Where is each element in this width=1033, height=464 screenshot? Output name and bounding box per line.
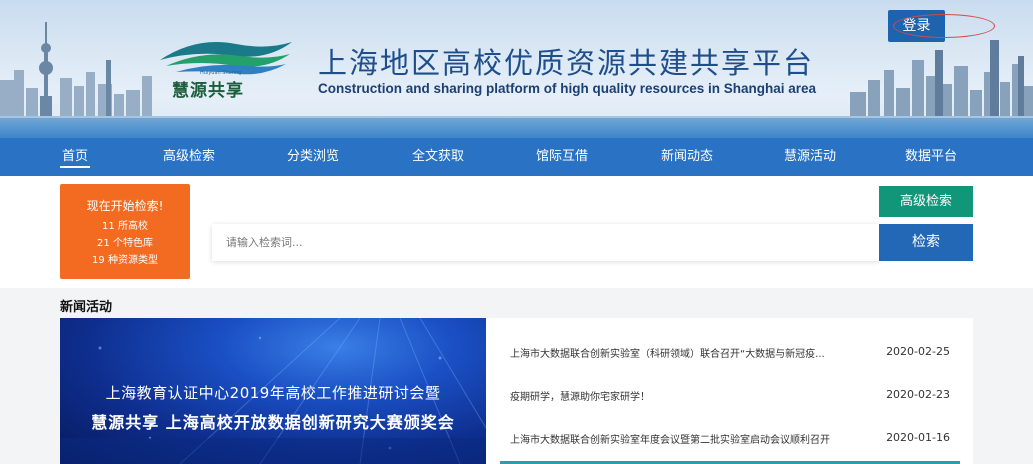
news-item-title[interactable]: 上海市大数据联合创新实验室年度会议暨第二批实验室启动会议顺利召开 — [510, 431, 860, 446]
site-title: 上海地区高校优质资源共建共享平台 — [318, 46, 815, 80]
promo-resource-types: 19 种资源类型 — [92, 255, 158, 266]
nav-item-advanced-search[interactable]: 高级检索 — [160, 138, 218, 176]
nav-item-interlibrary-loan[interactable]: 馆际互借 — [533, 138, 591, 176]
news-heading: 新闻活动 — [60, 300, 113, 315]
nav-item-data-platform[interactable]: 数据平台 — [902, 138, 960, 176]
main-nav: 首页 高级检索 分类浏览 全文获取 馆际互借 新闻动态 慧源活动 数据平台 — [0, 138, 1033, 176]
news-item-date: 2020-02-23 — [886, 388, 950, 401]
news-item-date: 2020-01-16 — [886, 431, 950, 444]
header-banner: Huiyuan Sharing 慧源共享 上海地区高校优质资源共建共享平台 Co… — [0, 0, 1033, 138]
promo-databases: 21 个特色库 — [97, 238, 153, 249]
news-item[interactable]: 上海市大数据联合创新实验室年度会议暨第二批实验室启动会议顺利召开 2020-01… — [510, 431, 950, 451]
search-section: 现在开始检索! 11 所高校 21 个特色库 19 种资源类型 高级检索 检索 — [0, 176, 1033, 288]
login-button[interactable]: 登录 — [888, 10, 945, 42]
news-item[interactable]: 疫期研学，慧源助你宅家研学！ 2020-02-23 — [510, 388, 950, 408]
nav-item-news[interactable]: 新闻动态 — [658, 138, 716, 176]
river-water — [0, 118, 1033, 138]
search-input[interactable] — [212, 224, 879, 261]
image-caption-line1: 上海教育认证中心2019年高校工作推进研讨会暨 — [105, 384, 441, 402]
search-promo-box: 现在开始检索! 11 所高校 21 个特色库 19 种资源类型 — [60, 184, 190, 279]
news-section: 新闻活动 上海教育认证中心2019年高校工作推进研讨会暨 慧源共享 上海高校开放… — [0, 288, 1033, 464]
news-item-date: 2020-02-25 — [886, 345, 950, 358]
image-caption-line2: 慧源共享 上海高校开放数据创新研究大赛颁奖会 — [91, 413, 455, 432]
nav-item-activities[interactable]: 慧源活动 — [781, 138, 839, 176]
news-item-title[interactable]: 疫期研学，慧源助你宅家研学！ — [510, 388, 860, 403]
promo-universities: 11 所高校 — [102, 221, 148, 232]
nav-item-home[interactable]: 首页 — [58, 138, 92, 176]
logo-brand-name: 慧源共享 — [172, 81, 244, 101]
site-subtitle: Construction and sharing platform of hig… — [318, 81, 817, 96]
nav-item-fulltext[interactable]: 全文获取 — [409, 138, 467, 176]
search-button[interactable]: 检索 — [879, 224, 973, 261]
news-feature-image[interactable]: 上海教育认证中心2019年高校工作推进研讨会暨 慧源共享 上海高校开放数据创新研… — [60, 318, 486, 464]
news-item[interactable]: 上海市大数据联合创新实验室（科研领域）联合召开“大数据与新冠疫... 2020-… — [510, 345, 950, 365]
nav-item-browse[interactable]: 分类浏览 — [284, 138, 342, 176]
news-item-title[interactable]: 上海市大数据联合创新实验室（科研领域）联合召开“大数据与新冠疫... — [510, 345, 860, 360]
advanced-search-button[interactable]: 高级检索 — [879, 186, 973, 217]
news-list: 上海市大数据联合创新实验室（科研领域）联合召开“大数据与新冠疫... 2020-… — [486, 318, 973, 464]
promo-title: 现在开始检索! — [86, 199, 164, 213]
